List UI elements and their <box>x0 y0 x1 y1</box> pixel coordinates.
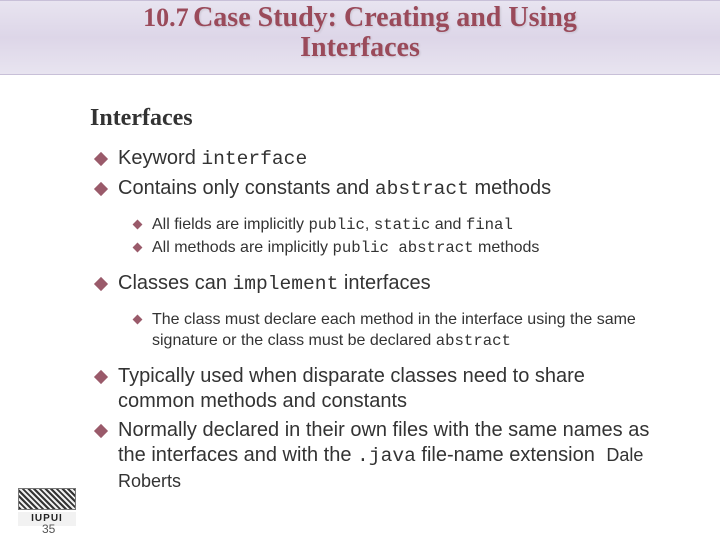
slide-title-line1: Case Study: Creating and Using <box>193 2 577 33</box>
bullet-implement: Classes can implement interfaces <box>90 271 660 296</box>
bullet-declare: The class must declare each method in th… <box>130 310 660 352</box>
page-number: 35 <box>42 522 55 536</box>
code-implement: implement <box>233 273 339 295</box>
logo-graphic-icon <box>18 488 76 510</box>
code-java-ext: .java <box>357 445 416 467</box>
bullet-methods: All methods are implicitly public abstra… <box>130 238 660 259</box>
bullet-fields: All fields are implicitly public, static… <box>130 215 660 236</box>
footer-bar: IUPUI 35 <box>0 482 720 534</box>
slide-title-line2: Interfaces <box>0 33 720 62</box>
code-abstract: abstract <box>375 178 469 200</box>
section-heading: Interfaces <box>90 105 660 132</box>
bullet-typically: Typically used when disparate classes ne… <box>90 364 660 414</box>
slide-title-banner: 10.7 Case Study: Creating and Using Inte… <box>0 0 720 75</box>
bullet-contains: Contains only constants and abstract met… <box>90 176 660 201</box>
section-number: 10.7 <box>143 3 189 32</box>
bullet-keyword: Keyword interface <box>90 146 660 171</box>
slide-body: Interfaces Keyword interface Contains on… <box>0 75 720 493</box>
slide-title-row: 10.7 Case Study: Creating and Using <box>0 3 720 33</box>
code-interface: interface <box>201 148 307 170</box>
